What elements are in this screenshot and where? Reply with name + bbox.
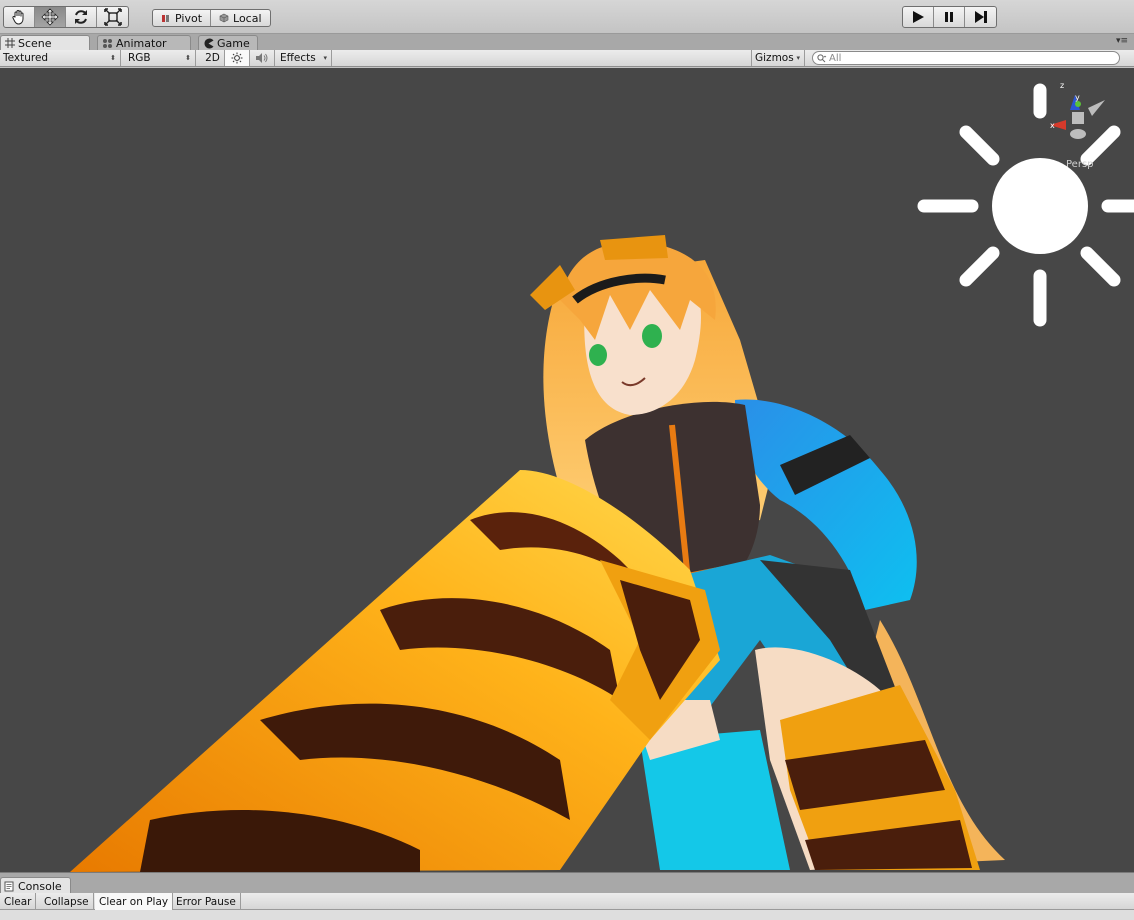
pivot-icon [162,15,169,22]
pivot-label: Pivot [175,11,203,25]
playback-controls [902,6,997,28]
scale-icon [103,8,122,26]
pause-icon [945,12,953,22]
2d-toggle[interactable]: 2D [201,50,225,66]
updown-arrow-icon: ⬍ [110,54,116,62]
error-pause-button[interactable]: Error Pause [172,893,241,910]
pause-button[interactable] [934,7,965,27]
lighting-toggle[interactable] [225,50,250,66]
render-mode-dropdown[interactable]: RGB ⬍ [125,50,196,66]
search-input[interactable]: All [812,51,1120,65]
grid-icon [5,38,15,48]
move-tool-button[interactable] [35,7,66,27]
foreground-leg [70,470,720,872]
dropdown-arrow-icon: ▾ [323,54,327,62]
transform-tools [3,6,129,28]
tab-game-label: Game [217,36,250,50]
handle-toggles: Pivot Local [152,9,271,27]
tab-console-label: Console [18,879,62,893]
character-eye-left [589,344,607,366]
tab-animator-label: Animator [116,36,167,50]
effects-dropdown[interactable]: Effects ▾ [277,50,332,66]
draw-mode-dropdown[interactable]: Textured ⬍ [0,50,121,66]
play-button[interactable] [903,7,934,27]
scene-viewport[interactable]: z y x Persp [0,68,1134,872]
pacman-icon [204,38,214,48]
updown-arrow-icon: ⬍ [185,54,191,62]
gizmo-z-label: z [1060,81,1064,90]
step-icon [974,11,987,23]
clear-on-play-button[interactable]: Clear on Play [95,893,174,910]
tab-game[interactable]: Game [198,35,258,50]
tab-scene[interactable]: Scene [0,35,90,50]
2d-label: 2D [205,52,220,64]
console-tabbar: Console [0,872,1134,894]
tab-animator[interactable]: Animator [97,35,191,50]
console-toolbar: Clear Collapse Clear on Play Error Pause [0,893,1134,910]
tab-console[interactable]: Console [0,877,71,894]
move-icon [41,8,59,26]
tab-menu-icon[interactable]: ▾≡ [1116,36,1128,46]
hand-icon [12,10,24,25]
local-button[interactable]: Local [211,10,270,26]
console-icon [4,881,14,891]
collapse-button[interactable]: Collapse [40,893,94,910]
clear-label: Clear [4,895,32,908]
scale-tool-button[interactable] [97,7,128,27]
projection-label: Persp [1066,159,1094,170]
search-icon [817,53,827,62]
audio-toggle[interactable] [250,50,275,66]
animator-icon [103,38,112,48]
window-tabs: Scene Animator Game ▾≡ [0,34,1134,50]
scene-render: z y x Persp [70,81,1134,872]
draw-mode-value: Textured [3,52,49,64]
speaker-icon [256,53,268,63]
main-toolbar: Pivot Local [0,0,1134,34]
rotate-icon [75,10,87,24]
light-gizmo[interactable] [917,83,1134,327]
gizmo-x-label: x [1050,121,1055,130]
play-icon [913,11,924,23]
pivot-button[interactable]: Pivot [153,10,212,26]
gizmos-dropdown[interactable]: Gizmos ▾ [751,50,805,66]
sun-icon [231,52,243,64]
search-placeholder: All [829,52,842,64]
dropdown-arrow-icon: ▾ [796,54,800,62]
cube-icon [219,13,229,23]
tab-scene-label: Scene [18,36,52,50]
render-mode-value: RGB [128,52,151,64]
console-log-area[interactable] [0,910,1134,920]
error-pause-label: Error Pause [176,895,236,908]
clear-on-play-label: Clear on Play [99,895,169,908]
rotate-tool-button[interactable] [66,7,97,27]
scene-toolbar: Textured ⬍ RGB ⬍ 2D Effects ▾ Gizmos ▾ A… [0,50,1134,67]
gizmos-label: Gizmos [755,52,794,64]
effects-label: Effects [280,52,316,64]
local-label: Local [233,11,262,25]
step-button[interactable] [965,7,996,27]
clear-button[interactable]: Clear [0,893,37,910]
character-eye-right [642,324,662,348]
gizmo-y-label: y [1075,93,1080,102]
collapse-label: Collapse [44,895,89,908]
hand-tool-button[interactable] [4,7,35,27]
